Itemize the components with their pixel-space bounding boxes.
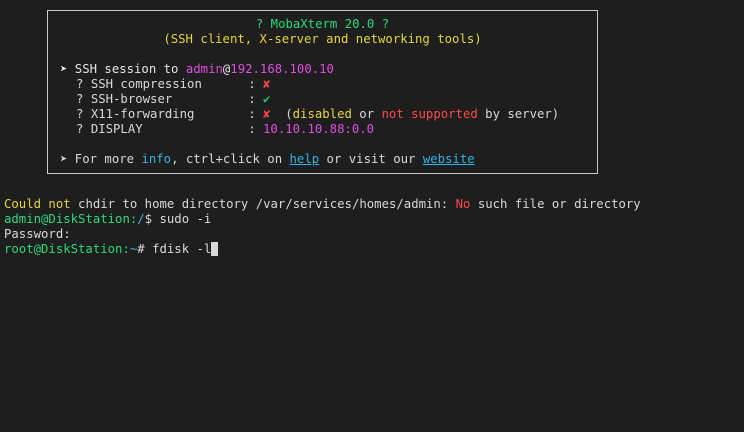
text-cursor: [211, 242, 219, 256]
current-command-line[interactable]: root@DiskStation:~# fdisk -l: [4, 242, 219, 257]
feature-sep: :: [240, 107, 264, 121]
more-visit: or visit our: [319, 152, 423, 166]
chdir-error-line: Could not chdir to home directory /var/s…: [4, 197, 641, 212]
command-text: sudo -i: [159, 212, 212, 226]
prompt-symbol: #: [137, 242, 153, 256]
display-value: 10.10.10.88:0.0: [263, 122, 375, 136]
feature-bullet: ?: [76, 122, 91, 136]
ssh-session-line: ➤ SSH session to admin@192.168.100.10: [60, 62, 334, 77]
feature-bullet: ?: [76, 77, 91, 91]
x11-note-or: or: [351, 107, 382, 121]
feature-sep: :: [240, 77, 264, 91]
feature-bullet: ?: [76, 92, 91, 106]
info-word: info: [141, 152, 172, 166]
feature-label: X11-forwarding: [90, 107, 195, 121]
x11-note-by-server: by server): [477, 107, 560, 121]
website-link[interactable]: website: [423, 152, 475, 166]
feature-label: SSH-browser: [90, 92, 173, 106]
more-ctrl: , ctrl+click on: [171, 152, 290, 166]
feature-x11-forwarding: ? X11-forwarding : ✘ (disabled or not su…: [76, 107, 559, 122]
feature-ssh-compression: ? SSH compression : ✘: [76, 77, 270, 92]
banner-subtitle: (SSH client, X-server and networking too…: [163, 32, 482, 46]
feature-sep: :: [240, 122, 264, 136]
password-line: Password:: [4, 227, 71, 242]
help-link[interactable]: help: [290, 152, 320, 166]
session-prefix: ➤ SSH session to: [60, 62, 186, 76]
x11-note-disabled: disabled: [292, 107, 352, 121]
feature-display: ? DISPLAY : 10.10.10.88:0.0: [76, 122, 374, 137]
feature-sep: :: [240, 92, 264, 106]
feature-label: SSH compression: [90, 77, 202, 91]
more-prefix: ➤ For more: [60, 152, 142, 166]
feature-label: DISPLAY: [90, 122, 143, 136]
session-host: 192.168.100.10: [230, 62, 334, 76]
command-input[interactable]: fdisk -l: [152, 242, 211, 256]
check-icon: ✔: [263, 92, 271, 106]
terminal-window[interactable]: ? MobaXterm 20.0 ? (SSH client, X-server…: [0, 0, 744, 432]
feature-ssh-browser: ? SSH-browser : ✔: [76, 92, 270, 107]
error-rest: such file or directory: [470, 197, 641, 211]
password-prompt: Password:: [4, 227, 71, 241]
error-could-not: Could not: [4, 197, 71, 211]
session-user: admin: [185, 62, 223, 76]
banner-title: ? MobaXterm 20.0 ?: [255, 17, 390, 31]
error-no: No: [455, 197, 471, 211]
x11-note-not-supported: not supported: [381, 107, 478, 121]
more-info-line: ➤ For more info, ctrl+click on help or v…: [60, 152, 475, 167]
prompt-path: /: [137, 212, 145, 226]
prompt-user-host: root@DiskStation:: [4, 242, 130, 256]
welcome-banner: ? MobaXterm 20.0 ? (SSH client, X-server…: [47, 10, 598, 174]
x11-note-open: (: [270, 107, 293, 121]
feature-bullet: ?: [76, 107, 91, 121]
prompt-user-host: admin@DiskStation:: [4, 212, 138, 226]
prompt-symbol: $: [144, 212, 160, 226]
error-chdir: chdir to home directory /var/services/ho…: [70, 197, 456, 211]
cross-icon: ✘: [263, 77, 271, 91]
sudo-command-line: admin@DiskStation:/$ sudo -i: [4, 212, 211, 227]
